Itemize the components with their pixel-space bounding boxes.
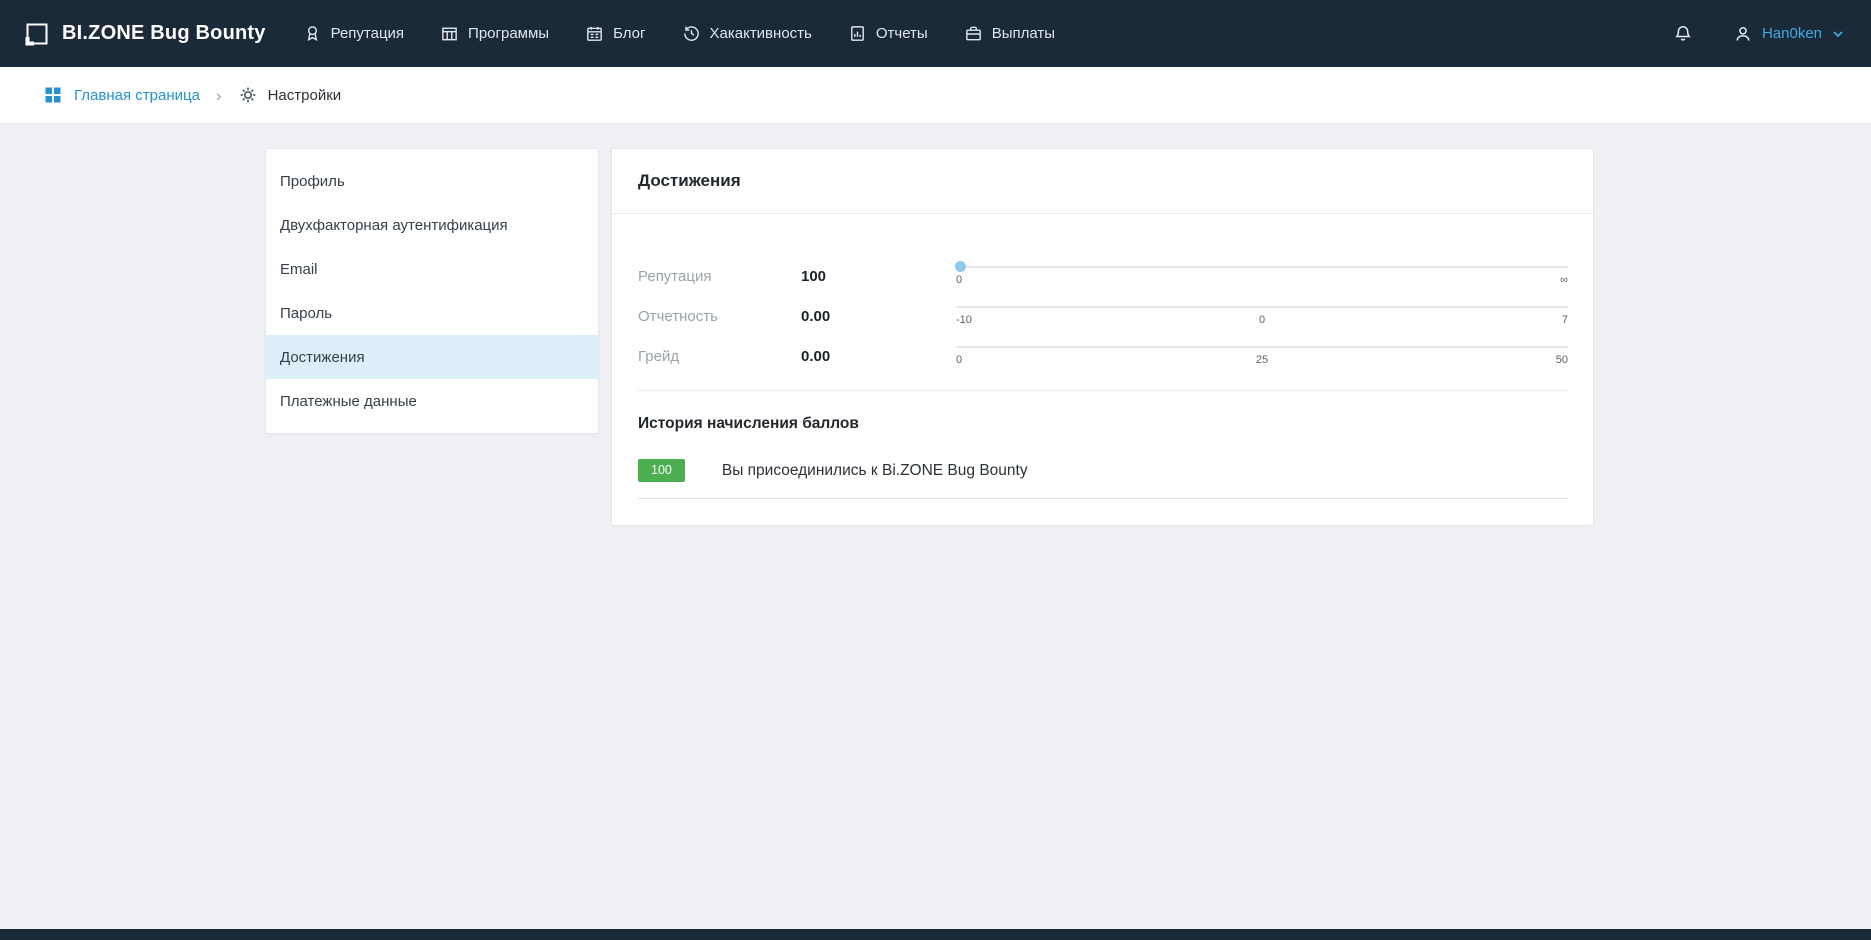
menu-item-label: Достижения	[280, 349, 365, 366]
menu-item-label: Профиль	[280, 173, 345, 190]
nav-item-blog[interactable]: Блог	[585, 24, 645, 43]
menu-item-payment-data[interactable]: Платежные данные	[266, 379, 598, 423]
scale-track	[956, 306, 1568, 308]
tick-max: 7	[1562, 314, 1568, 327]
history-entry: 100 Вы присоединились к Bi.ZONE Bug Boun…	[638, 459, 1568, 499]
nav-right: Han0ken	[1673, 24, 1845, 44]
metric-value: 100	[801, 268, 956, 285]
medal-icon	[303, 24, 322, 43]
metric-row-reporting: Отчетность 0.00 -10 0 7	[638, 296, 1568, 336]
logo-text: BI.ZONE Bug Bounty	[62, 22, 266, 45]
tick-mid: 25	[1256, 354, 1268, 366]
settings-menu: Профиль Двухфакторная аутентификация Ema…	[265, 148, 599, 434]
user-menu[interactable]: Han0ken	[1733, 24, 1845, 44]
history-title: История начисления баллов	[638, 415, 1568, 433]
chevron-down-icon	[1831, 27, 1845, 41]
history-entry-text: Вы присоединились к Bi.ZONE Bug Bounty	[722, 462, 1028, 480]
menu-item-email[interactable]: Email	[266, 247, 598, 291]
nav-item-label: Отчеты	[876, 25, 928, 42]
reporting-scale: -10 0 7	[956, 306, 1568, 327]
gear-icon	[238, 85, 258, 105]
scale-ticks: -10 0 7	[956, 314, 1568, 327]
scale-track	[956, 266, 1568, 268]
report-icon	[848, 24, 867, 43]
nav-item-payouts[interactable]: Выплаты	[964, 24, 1055, 43]
footer-strip	[0, 929, 1871, 940]
breadcrumb-current: Настройки	[238, 85, 342, 105]
scale-dot	[955, 261, 966, 272]
metric-row-reputation: Репутация 100 0 ∞	[638, 256, 1568, 296]
scale-ticks: 0 25 50	[956, 354, 1568, 367]
menu-item-profile[interactable]: Профиль	[266, 159, 598, 203]
logo-icon	[24, 21, 50, 47]
metric-value: 0.00	[801, 308, 956, 325]
tick-min: 0	[956, 274, 962, 287]
user-icon	[1733, 24, 1753, 44]
metric-value: 0.00	[801, 348, 956, 365]
main-content: Профиль Двухфакторная аутентификация Ema…	[265, 148, 1871, 526]
menu-item-label: Платежные данные	[280, 393, 417, 410]
menu-item-2fa[interactable]: Двухфакторная аутентификация	[266, 203, 598, 247]
nav-item-label: Хакактивность	[710, 25, 812, 42]
nav-items: Репутация Программы Блог	[303, 24, 1055, 43]
breadcrumb-home-label: Главная страница	[74, 87, 200, 104]
scale-track	[956, 346, 1568, 348]
top-nav: BI.ZONE Bug Bounty Репутация Программы	[0, 0, 1871, 67]
nav-item-hacktivity[interactable]: Хакактивность	[682, 24, 812, 43]
logo[interactable]: BI.ZONE Bug Bounty	[24, 21, 266, 47]
metric-label: Грейд	[638, 348, 801, 365]
username: Han0ken	[1762, 25, 1822, 42]
grid-icon	[43, 85, 63, 105]
nav-item-label: Репутация	[331, 25, 404, 42]
reputation-scale: 0 ∞	[956, 266, 1568, 287]
tick-max: 50	[1556, 354, 1568, 367]
tick-min: -10	[956, 314, 972, 327]
breadcrumb-current-label: Настройки	[268, 87, 342, 104]
nav-item-programs[interactable]: Программы	[440, 24, 549, 43]
grade-scale: 0 25 50	[956, 346, 1568, 367]
tick-min: 0	[956, 354, 962, 367]
metrics: Репутация 100 0 ∞ Отчетность	[638, 214, 1568, 390]
breadcrumb: Главная страница › Настройки	[0, 67, 1871, 124]
breadcrumb-separator-icon: ›	[216, 87, 222, 104]
scale-ticks: 0 ∞	[956, 274, 1568, 287]
section-divider	[638, 390, 1568, 391]
metric-label: Отчетность	[638, 308, 801, 325]
building-icon	[440, 24, 459, 43]
menu-item-label: Двухфакторная аутентификация	[280, 217, 508, 234]
payout-icon	[964, 24, 983, 43]
menu-item-password[interactable]: Пароль	[266, 291, 598, 335]
points-badge: 100	[638, 459, 685, 482]
bell-icon[interactable]	[1673, 24, 1693, 44]
nav-item-label: Программы	[468, 25, 549, 42]
card-title: Достижения	[612, 149, 1593, 214]
tick-max: ∞	[1560, 274, 1568, 287]
metric-row-grade: Грейд 0.00 0 25 50	[638, 336, 1568, 376]
nav-item-reputation[interactable]: Репутация	[303, 24, 404, 43]
calendar-icon	[585, 24, 604, 43]
tick-mid: 0	[1259, 314, 1265, 326]
metric-label: Репутация	[638, 268, 801, 285]
card-body: Репутация 100 0 ∞ Отчетность	[612, 214, 1593, 525]
achievements-card: Достижения Репутация 100 0 ∞	[611, 148, 1594, 526]
nav-item-label: Выплаты	[992, 25, 1055, 42]
nav-item-reports[interactable]: Отчеты	[848, 24, 928, 43]
menu-item-label: Email	[280, 261, 318, 278]
breadcrumb-home[interactable]: Главная страница	[43, 85, 200, 105]
history-icon	[682, 24, 701, 43]
menu-item-achievements[interactable]: Достижения	[266, 335, 598, 379]
nav-item-label: Блог	[613, 25, 645, 42]
menu-item-label: Пароль	[280, 305, 332, 322]
